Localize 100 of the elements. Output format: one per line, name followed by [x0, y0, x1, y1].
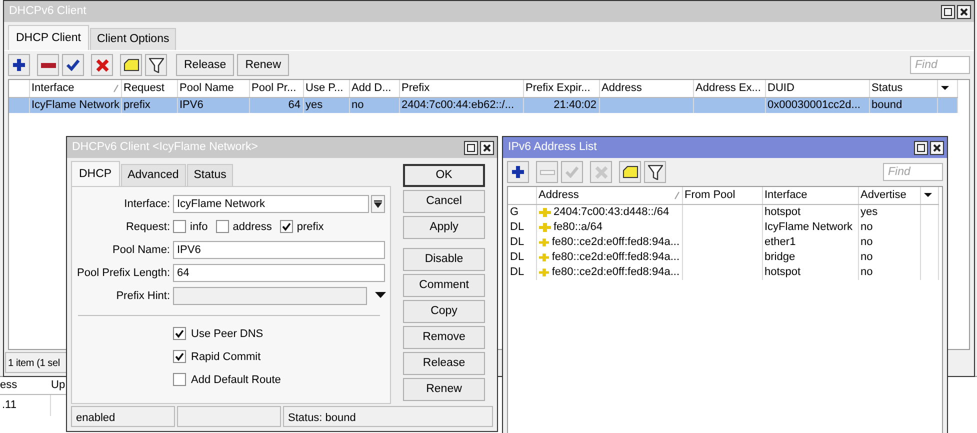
table-entry: no: [858, 220, 920, 234]
tab[interactable]: DHCP Client: [8, 25, 89, 50]
find-field[interactable]: Find: [883, 163, 943, 181]
cross-button[interactable]: [91, 54, 113, 76]
filter-button[interactable]: [145, 54, 167, 76]
table-entry: IcyFlame Network: [762, 220, 858, 234]
maximize-icon: [466, 142, 476, 152]
checkmark-icon: [175, 352, 184, 362]
column-header[interactable]: From Pool: [684, 188, 736, 203]
checkbox-label: address: [232, 220, 272, 234]
column-header[interactable]: Address Ex...: [696, 81, 761, 96]
checkmark-icon: [175, 329, 184, 338]
checkbox-label: info: [190, 220, 208, 234]
checkbox[interactable]: [173, 220, 186, 234]
note-button[interactable]: [619, 161, 641, 183]
dialog-button[interactable]: Remove: [403, 326, 485, 349]
column-header[interactable]: Status: [872, 81, 903, 96]
tab[interactable]: Status: [186, 164, 234, 186]
checkbox[interactable]: [280, 220, 293, 234]
add-icon: [512, 166, 524, 178]
field-label: Interface:: [123, 196, 171, 212]
column-header[interactable]: Pool Pr...: [252, 81, 296, 96]
note-icon: [622, 166, 638, 178]
table-entry: 2404:7c00:44:eb62::/...: [399, 97, 523, 113]
check-button[interactable]: [62, 54, 84, 76]
column-header[interactable]: Prefix Expir...: [526, 81, 590, 96]
column-header[interactable]: Pool Name: [180, 81, 234, 96]
add-button[interactable]: [8, 54, 30, 76]
table-entry: fe80::a/64: [554, 220, 602, 234]
field-label: Pool Name:: [112, 242, 171, 258]
address-icon: [538, 268, 549, 276]
dialog-button[interactable]: Apply: [403, 216, 485, 239]
checkbox[interactable]: [216, 220, 229, 234]
table-entry: DL: [508, 264, 536, 280]
field-label: Prefix Hint:: [115, 288, 171, 304]
column-header[interactable]: Use P...: [306, 81, 344, 96]
checkbox-label: Use Peer DNS: [191, 326, 264, 342]
column-header[interactable]: Address: [538, 188, 579, 203]
add-button[interactable]: [507, 161, 529, 183]
table-entry: IPV6: [177, 97, 249, 113]
dialog-button[interactable]: Cancel: [403, 190, 485, 213]
column-header[interactable]: Advertise: [860, 188, 906, 203]
address-icon: [538, 238, 549, 246]
input-field[interactable]: IPV6: [173, 240, 385, 259]
cross-icon: [96, 58, 108, 72]
table-entry: IcyFlame Network: [29, 97, 121, 113]
close-button[interactable]: [930, 140, 944, 154]
interface-dropdown[interactable]: IcyFlame Network: [173, 194, 369, 213]
column-header[interactable]: Interface: [32, 81, 74, 96]
tab[interactable]: Client Options: [90, 28, 176, 50]
dialog-button[interactable]: Release: [403, 352, 485, 375]
column-menu-icon: [922, 192, 932, 198]
checkbox[interactable]: [173, 327, 186, 340]
dialog-button[interactable]: Comment: [403, 274, 485, 297]
table-entry: yes: [303, 97, 349, 113]
input-field[interactable]: 64: [173, 264, 385, 282]
checkbox[interactable]: [173, 350, 186, 364]
column-header[interactable]: Prefix: [402, 81, 430, 96]
close-icon: [959, 6, 969, 16]
table-entry: 2404:7c00:43:d448::/64: [554, 204, 670, 220]
toolbar-button[interactable]: Renew: [237, 54, 290, 76]
table-entry: DL: [508, 234, 536, 250]
find-field[interactable]: Find: [910, 56, 970, 74]
table-entry: G: [508, 204, 536, 220]
dialog-button[interactable]: Disable: [403, 248, 485, 271]
dialog-button[interactable]: Renew: [403, 378, 485, 401]
column-header[interactable]: DUID: [768, 81, 794, 96]
check-icon: [565, 166, 579, 178]
column-header[interactable]: Request: [124, 81, 164, 96]
filter-button[interactable]: [644, 161, 666, 183]
dialog-button[interactable]: OK: [403, 164, 485, 187]
table-entry: .11: [0, 394, 50, 416]
check-icon: [66, 59, 80, 72]
field-label: Request:: [124, 220, 171, 234]
tab[interactable]: Advanced: [120, 164, 186, 186]
table-entry: yes: [858, 204, 920, 220]
tab[interactable]: DHCP: [71, 161, 120, 186]
dropdown-button[interactable]: [371, 194, 385, 213]
column-header[interactable]: Address: [602, 81, 642, 96]
table-entry: no: [858, 250, 920, 264]
toolbar-button[interactable]: Release: [176, 54, 234, 76]
table-entry: 21:40:02: [523, 97, 599, 113]
maximize-icon: [916, 142, 926, 152]
checkbox[interactable]: [173, 373, 186, 386]
address-icon: [538, 208, 550, 216]
table-entry: bound: [869, 97, 937, 113]
input-field[interactable]: [173, 286, 367, 305]
remove-button[interactable]: [37, 54, 59, 76]
field-label: Pool Prefix Length:: [76, 266, 171, 280]
table-entry: 0x00030001cc2d...: [765, 97, 869, 113]
checkbox-label: Rapid Commit: [191, 350, 261, 364]
note-button[interactable]: [120, 54, 142, 76]
column-header[interactable]: Interface: [764, 188, 808, 203]
maximize-button[interactable]: [914, 140, 928, 154]
dialog-button[interactable]: Copy: [403, 300, 485, 323]
close-icon: [482, 142, 492, 152]
column-header[interactable]: Add D...: [352, 81, 392, 96]
table-entry: prefix: [121, 97, 177, 113]
table-entry: ether1: [762, 234, 858, 250]
cross-icon: [594, 166, 608, 178]
